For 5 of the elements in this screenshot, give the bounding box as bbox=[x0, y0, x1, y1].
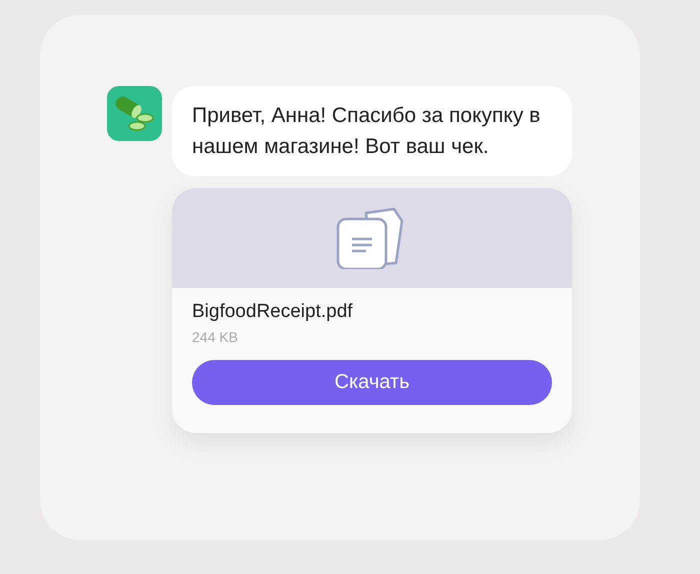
download-button[interactable]: Скачать bbox=[192, 360, 552, 405]
cucumber-icon bbox=[107, 86, 162, 141]
file-name: BigfoodReceipt.pdf bbox=[192, 300, 353, 324]
file-size: 244 KB bbox=[192, 328, 238, 346]
message-bubble: Привет, Анна! Спасибо за покупку в нашем магазине! Вот ваш чек. bbox=[172, 86, 572, 176]
